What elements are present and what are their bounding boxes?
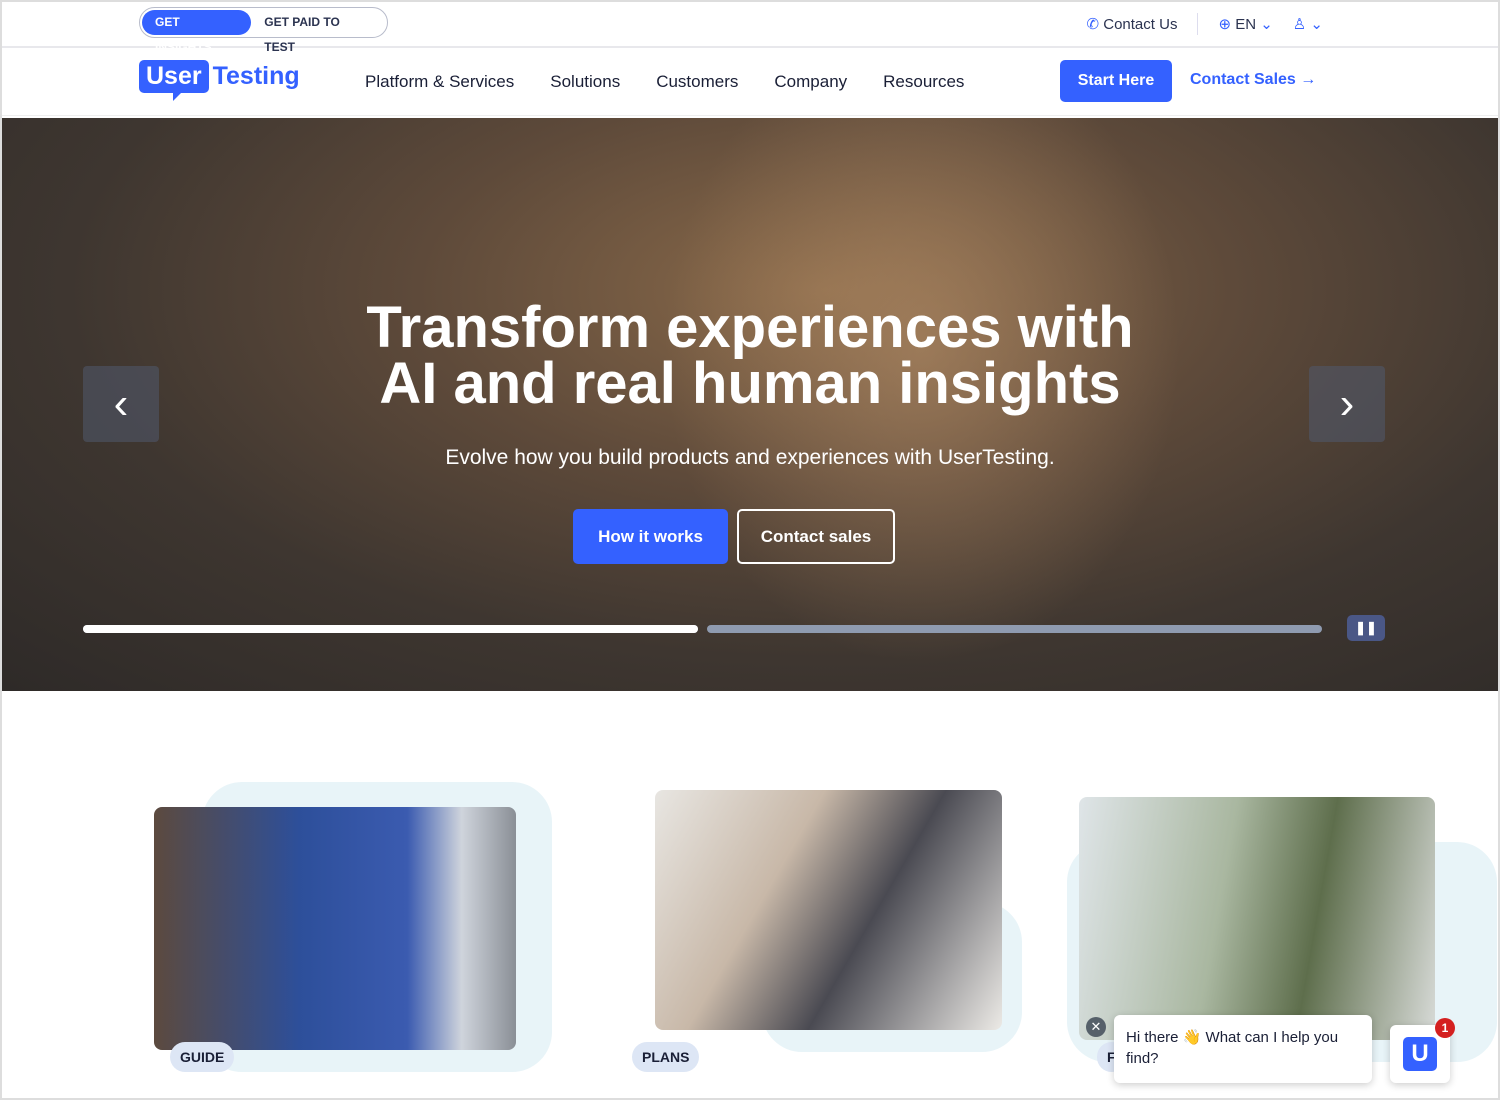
nav-platform-services[interactable]: Platform & Services (365, 72, 514, 92)
language-selector[interactable]: ⊕ EN ⌄ (1218, 15, 1272, 33)
logo-testing: Testing (212, 62, 300, 90)
utility-bar: GET INSIGHTS GET PAID TO TEST ✆ Contact … (2, 2, 1498, 54)
account-menu[interactable]: ♙ ⌄ (1293, 15, 1323, 33)
pause-icon: ❚❚ (1355, 620, 1377, 635)
main-nav: User Testing Platform & Services Solution… (2, 48, 1498, 116)
nav-customers[interactable]: Customers (656, 72, 738, 92)
globe-icon: ⊕ (1218, 16, 1232, 33)
card-tag: GUIDE (170, 1042, 235, 1072)
hero-title-line1: Transform experiences with (366, 295, 1134, 360)
arrow-right-icon: → (1300, 71, 1317, 88)
next-slide-button[interactable]: › (1309, 366, 1385, 442)
phone-icon: ✆ (1086, 16, 1100, 33)
get-insights-tab[interactable]: GET INSIGHTS (142, 10, 252, 54)
logo-user: User (139, 60, 209, 101)
chevron-down-icon: ⌄ (1260, 16, 1273, 33)
contact-us-label: Contact Us (1103, 16, 1178, 33)
nav-solutions[interactable]: Solutions (550, 72, 620, 92)
contact-sales-button[interactable]: Contact sales (737, 509, 895, 564)
hero-carousel: Transform experiences with AI and real hu… (2, 118, 1498, 691)
hero-title-line2: AI and real human insights (379, 351, 1121, 416)
card-guide[interactable]: GUIDE (142, 782, 552, 1082)
get-paid-to-test-tab[interactable]: GET PAID TO TEST (251, 10, 385, 54)
hero-subtitle: Evolve how you build products and experi… (445, 446, 1055, 469)
start-here-button[interactable]: Start Here (1060, 60, 1172, 102)
close-icon: ✕ (1090, 1019, 1102, 1034)
slide-progress-1[interactable] (83, 625, 698, 633)
nav-company[interactable]: Company (774, 72, 847, 92)
chevron-right-icon: › (1339, 379, 1355, 428)
card-image (655, 790, 1002, 1030)
user-icon: ♙ (1292, 16, 1307, 33)
chevron-left-icon: ‹ (113, 379, 129, 428)
contact-sales-link[interactable]: Contact Sales → (1190, 71, 1316, 89)
how-it-works-button[interactable]: How it works (573, 509, 728, 564)
nav-resources[interactable]: Resources (883, 72, 964, 92)
unread-badge: 1 (1435, 1018, 1455, 1038)
language-label: EN (1235, 16, 1257, 33)
card-plans[interactable]: PLANS (602, 782, 1022, 1082)
chat-greeting[interactable]: Hi there 👋 What can I help you find? (1114, 1015, 1372, 1083)
pause-button[interactable]: ❚❚ (1347, 615, 1385, 641)
card-tag: PLANS (632, 1042, 700, 1072)
close-chat-button[interactable]: ✕ (1086, 1017, 1106, 1037)
contact-us-link[interactable]: ✆ Contact Us (1087, 15, 1178, 33)
card-image (1079, 797, 1435, 1040)
divider (1197, 13, 1199, 35)
chat-logo: U (1403, 1037, 1437, 1071)
chevron-down-icon: ⌄ (1310, 16, 1323, 33)
usertesting-logo[interactable]: User Testing (139, 60, 300, 101)
progress-fill (83, 625, 698, 633)
audience-toggle: GET INSIGHTS GET PAID TO TEST (139, 7, 388, 54)
card-image (154, 807, 516, 1050)
slide-progress-2[interactable] (707, 625, 1322, 633)
prev-slide-button[interactable]: ‹ (83, 366, 159, 442)
contact-sales-label: Contact Sales (1190, 71, 1296, 88)
hero-title: Transform experiences with AI and real hu… (2, 295, 1498, 416)
